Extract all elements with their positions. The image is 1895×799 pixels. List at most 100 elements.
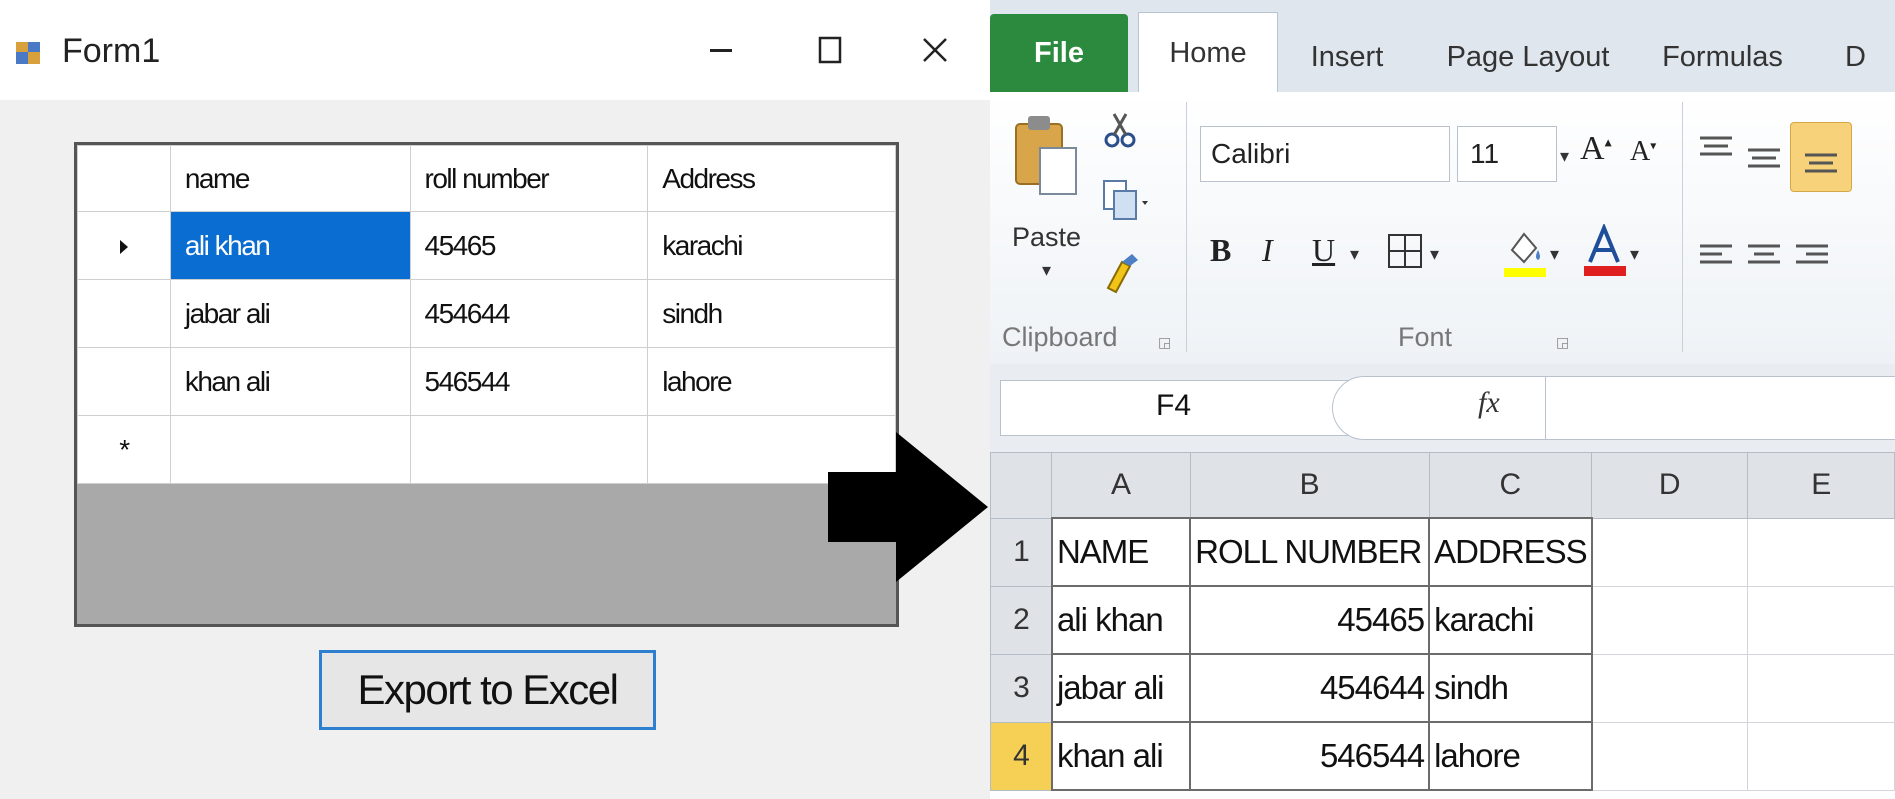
italic-button[interactable]: I [1262,232,1273,269]
ribbon-home: Paste ▾ Clipboard ◲ Calibri ▾ 11 ▾ A▴ A▾… [990,92,1895,365]
borders-icon[interactable] [1386,232,1424,270]
font-color-dropdown-arrow-icon[interactable]: ▾ [1630,244,1639,265]
sheet-cell[interactable]: 546544 [1189,721,1431,791]
column-header[interactable]: D [1591,452,1749,519]
fill-color-dropdown-arrow-icon[interactable]: ▾ [1550,244,1559,265]
grid-cell[interactable]: 45465 [409,211,649,280]
font-size-dropdown-arrow-icon[interactable]: ▾ [1560,146,1569,167]
sheet-cell[interactable]: karachi [1428,585,1593,655]
sheet-cell[interactable] [1591,653,1749,723]
sheet-cell[interactable] [1591,721,1749,791]
underline-dropdown-arrow-icon[interactable]: ▾ [1350,244,1359,265]
sheet-cell[interactable] [1591,517,1749,587]
align-top-icon[interactable] [1698,134,1734,162]
row-header[interactable]: 3 [990,653,1053,723]
tab-page-layout[interactable]: Page Layout [1438,22,1618,92]
grid-cell[interactable] [169,415,411,484]
sheet-cell[interactable] [1747,585,1895,655]
grid-cell[interactable]: jabar ali [169,279,411,348]
sheet-cell[interactable] [1591,585,1749,655]
align-bottom-icon [1805,153,1837,173]
grid-cell[interactable]: ali khan [169,211,411,280]
grid-row-header[interactable] [77,347,171,416]
sheet-cell[interactable]: ali khan [1050,585,1192,655]
grid-cell[interactable]: 454644 [409,279,649,348]
grid-row-header[interactable] [77,211,171,280]
column-header[interactable]: B [1189,452,1430,519]
worksheet[interactable]: A B C D E 1 NAME ROLL NUMBER ADDRESS 2 a… [990,452,1895,799]
sheet-cell[interactable]: khan ali [1050,721,1192,791]
insert-function-icon[interactable]: fx [1478,386,1500,420]
clipboard-group-label: Clipboard [1002,322,1118,352]
form-window: Form1 name roll number Address ali khan [0,0,990,799]
grow-font-button[interactable]: A▴ [1580,130,1612,168]
bold-button[interactable]: B [1210,232,1231,269]
tab-data[interactable]: D [1845,22,1895,92]
tab-file[interactable]: File [990,14,1128,92]
tab-insert[interactable]: Insert [1292,22,1402,92]
grid-column-header[interactable]: name [169,145,411,212]
paste-dropdown-icon[interactable]: ▾ [1042,260,1051,281]
borders-dropdown-arrow-icon[interactable]: ▾ [1430,244,1439,265]
sheet-cell[interactable]: 454644 [1189,653,1431,723]
sheet-cell[interactable]: NAME [1050,517,1192,587]
minimize-button[interactable] [686,22,756,78]
grid-column-header[interactable]: Address [647,145,896,212]
copy-icon[interactable] [1100,177,1150,227]
grid-new-row-marker[interactable]: * [77,415,171,484]
grid-cell[interactable]: lahore [647,347,896,416]
align-middle-icon[interactable] [1746,142,1782,170]
column-header[interactable]: A [1051,452,1191,519]
paste-icon[interactable] [1012,112,1082,212]
sheet-cell[interactable] [1747,653,1895,723]
align-center-icon[interactable] [1746,242,1782,270]
sheet-cell[interactable] [1747,721,1895,791]
grid-cell[interactable]: khan ali [169,347,411,416]
grid-cell[interactable]: karachi [647,211,896,280]
select-all-corner[interactable] [990,452,1053,519]
font-dialog-launcher-icon[interactable]: ◲ [1556,334,1569,351]
sheet-cell[interactable]: sindh [1428,653,1593,723]
row-header[interactable]: 1 [990,517,1053,587]
tab-home[interactable]: Home [1138,12,1278,94]
grid-column-header[interactable]: roll number [409,145,649,212]
sheet-cell[interactable] [1747,517,1895,587]
grid-cell[interactable]: sindh [647,279,896,348]
row-header[interactable]: 2 [990,585,1053,655]
align-left-icon[interactable] [1698,242,1734,270]
sheet-cell[interactable]: lahore [1428,721,1593,791]
form-title: Form1 [62,32,161,70]
column-header[interactable]: E [1747,452,1895,519]
font-name-dropdown[interactable]: Calibri [1200,126,1450,182]
format-painter-icon[interactable] [1102,252,1142,302]
sheet-cell[interactable]: ROLL NUMBER [1189,517,1431,587]
align-right-icon[interactable] [1794,242,1830,270]
grid-cell[interactable]: 546544 [409,347,649,416]
paste-button-label[interactable]: Paste [1012,222,1081,253]
clipboard-dialog-launcher-icon[interactable]: ◲ [1158,334,1171,351]
font-color-icon[interactable] [1582,224,1628,278]
form-titlebar: Form1 [0,0,990,100]
name-box-value: F4 [1156,389,1192,422]
grid-cell[interactable] [409,415,649,484]
grid-row-header[interactable] [77,279,171,348]
sheet-cell[interactable]: jabar ali [1050,653,1192,723]
sheet-cell[interactable]: 45465 [1189,585,1431,655]
data-grid-view[interactable]: name roll number Address ali khan 45465 … [74,142,899,627]
cut-icon[interactable] [1100,110,1140,150]
formula-input[interactable] [1545,376,1895,440]
align-bottom-button[interactable] [1790,122,1852,192]
font-size-dropdown[interactable]: 11 [1457,126,1557,182]
row-header[interactable]: 4 [990,721,1053,791]
maximize-button[interactable] [795,22,865,78]
shrink-font-button[interactable]: A▾ [1630,136,1656,168]
grid-new-row: * [77,415,896,484]
column-header[interactable]: C [1428,452,1593,519]
underline-button[interactable]: U [1312,232,1335,269]
tab-formulas[interactable]: Formulas [1655,22,1790,92]
export-to-excel-button[interactable]: Export to Excel [319,650,656,730]
sheet-row: 2 ali khan 45465 karachi [990,585,1895,655]
sheet-cell[interactable]: ADDRESS [1428,517,1593,587]
close-button[interactable] [900,22,970,78]
fill-color-icon[interactable] [1502,226,1548,278]
